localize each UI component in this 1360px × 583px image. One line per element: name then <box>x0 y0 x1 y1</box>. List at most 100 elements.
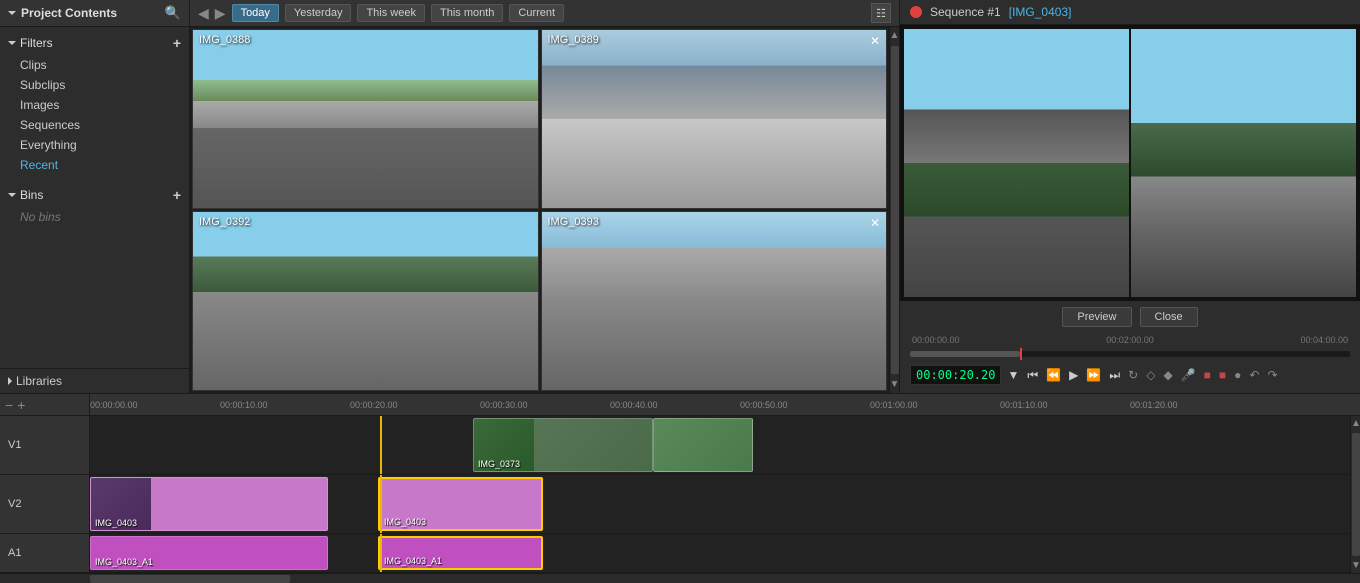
vscroll-up[interactable]: ▲ <box>1351 416 1360 431</box>
filter-item-everything[interactable]: Everything <box>0 135 189 155</box>
bins-section: Bins + No bins <box>0 179 189 231</box>
grid-view-button[interactable]: ☷ <box>871 3 891 23</box>
loop-icon[interactable]: ↻ <box>1126 367 1140 383</box>
media-item-0388-label: IMG_0388 <box>199 34 250 46</box>
nav-forward-arrow[interactable]: ▶ <box>215 5 226 22</box>
project-contents-title-group: Project Contents <box>8 6 117 20</box>
track-v1-label: V1 <box>0 416 90 474</box>
playhead-v2 <box>380 475 382 533</box>
timeline-panel: − + 00:00:00.00 00:00:10.00 00:00:20.00 … <box>0 393 1360 583</box>
preview-panel: Sequence #1 [IMG_0403] Preview Close 00:… <box>900 0 1360 393</box>
step-back-btn[interactable]: ⏪ <box>1044 367 1063 383</box>
ruler-50: 00:00:50.00 <box>740 400 870 410</box>
clip-v1-img0373[interactable]: IMG_0373 <box>473 418 653 472</box>
this-month-button[interactable]: This month <box>431 4 503 22</box>
zoom-in-icon[interactable]: + <box>17 397 25 413</box>
media-scrollbar[interactable]: ▲ ▼ <box>889 27 899 393</box>
play-btn[interactable]: ▶ <box>1067 367 1080 383</box>
media-item-0393-close[interactable]: ✕ <box>870 216 880 230</box>
clip-a1-label-2: IMG_0403_A1 <box>384 556 442 566</box>
preview-thumb-left[interactable] <box>904 29 1129 297</box>
dropdown-btn[interactable]: ▼ <box>1005 367 1021 383</box>
ruler-100: 00:01:00.00 <box>870 400 1000 410</box>
go-start-btn[interactable]: ⏮ <box>1025 367 1040 384</box>
timeline-horizontal-scrollbar[interactable] <box>0 573 1360 583</box>
clip-v2-img0403-1[interactable]: IMG_0403 <box>90 477 328 531</box>
filter-item-clips[interactable]: Clips <box>0 55 189 75</box>
scroll-down-arrow[interactable]: ▼ <box>890 376 899 393</box>
mark-in-icon[interactable]: ◇ <box>1144 367 1157 383</box>
mark-out-icon[interactable]: ◆ <box>1161 367 1174 383</box>
track-v2-content[interactable]: IMG_0403 IMG_0403 <box>90 475 1350 533</box>
clip-v2-label-1: IMG_0403 <box>95 518 137 528</box>
media-content-area: IMG_0388 IMG_0389 ✕ IMG_0392 IMG_0393 <box>190 27 899 393</box>
media-item-0389-label: IMG_0389 <box>548 34 599 46</box>
preview-thumb-right[interactable] <box>1131 29 1356 297</box>
bins-collapse-icon[interactable] <box>8 193 16 197</box>
track-a1-content[interactable]: IMG_0403_A1 IMG_0403_A1 <box>90 534 1350 572</box>
libraries-section[interactable]: Libraries <box>0 368 189 393</box>
filter-item-subclips[interactable]: Subclips <box>0 75 189 95</box>
media-item-0389-close[interactable]: ✕ <box>870 34 880 48</box>
undo-btn[interactable]: ↶ <box>1247 367 1261 383</box>
media-item-0388[interactable]: IMG_0388 <box>192 29 539 209</box>
yesterday-button[interactable]: Yesterday <box>285 4 352 22</box>
clip-a1-1[interactable]: IMG_0403_A1 <box>90 536 328 570</box>
filters-add-icon[interactable]: + <box>173 35 181 51</box>
vscroll-down[interactable]: ▼ <box>1351 558 1360 573</box>
filter-item-recent[interactable]: Recent <box>0 155 189 175</box>
preview-button[interactable]: Preview <box>1062 307 1131 327</box>
today-button[interactable]: Today <box>232 4 279 22</box>
clip-v2-label-2: IMG_0403 <box>384 517 426 527</box>
timeline-tracks: V1 IMG_0373 V2 <box>0 416 1350 573</box>
replace-icon[interactable]: ■ <box>1217 367 1228 383</box>
scroll-thumb[interactable] <box>891 46 899 374</box>
close-button[interactable]: Close <box>1140 307 1198 327</box>
filters-collapse-icon[interactable] <box>8 41 16 45</box>
search-icon[interactable]: 🔍 <box>165 5 181 21</box>
filter-item-images[interactable]: Images <box>0 95 189 115</box>
sequence-label: Sequence #1 <box>930 5 1001 19</box>
nav-back-arrow[interactable]: ◀ <box>198 5 209 22</box>
timeline-scrubber[interactable] <box>910 351 1350 357</box>
audio-icon[interactable]: 🎤 <box>1179 367 1198 383</box>
project-contents-collapse-icon[interactable] <box>8 11 16 15</box>
bins-add-icon[interactable]: + <box>173 187 181 203</box>
clip-v1-thumb2[interactable] <box>653 418 753 472</box>
playhead-indicator <box>1020 348 1022 360</box>
ruler-120: 00:01:20.00 <box>1130 400 1260 410</box>
filters-section: Filters + Clips Subclips Images Sequence… <box>0 27 189 179</box>
step-forward-btn[interactable]: ⏩ <box>1084 367 1103 383</box>
ruler-40: 00:00:40.00 <box>610 400 740 410</box>
ruler-30: 00:00:30.00 <box>480 400 610 410</box>
go-end-btn[interactable]: ⏭ <box>1107 367 1122 384</box>
scroll-up-arrow[interactable]: ▲ <box>890 27 899 44</box>
timecode-display[interactable]: 00:00:20.20 <box>910 365 1001 385</box>
cut-icon[interactable]: ■ <box>1202 367 1213 383</box>
ruler-10: 00:00:10.00 <box>220 400 350 410</box>
recording-indicator <box>910 6 922 18</box>
hscroll-thumb[interactable] <box>90 575 290 583</box>
clip-a1-2[interactable]: IMG_0403_A1 <box>378 536 543 570</box>
redo-btn[interactable]: ↷ <box>1265 367 1279 383</box>
media-item-0393[interactable]: IMG_0393 ✕ <box>541 211 888 391</box>
ruler-controls: − + <box>0 394 90 415</box>
timeline-progress <box>910 351 1020 357</box>
current-button[interactable]: Current <box>509 4 564 22</box>
timecode-mid: 00:02:00.00 <box>1106 335 1154 345</box>
preview-header: Sequence #1 [IMG_0403] <box>900 0 1360 25</box>
playhead <box>380 416 382 474</box>
record-btn[interactable]: ● <box>1232 367 1243 383</box>
media-item-0389[interactable]: IMG_0389 ✕ <box>541 29 888 209</box>
zoom-out-icon[interactable]: − <box>5 397 13 413</box>
vscroll-thumb[interactable] <box>1352 433 1360 556</box>
track-v1-content[interactable]: IMG_0373 <box>90 416 1350 474</box>
bins-label: Bins <box>20 188 43 202</box>
media-browser-panel: ◀ ▶ Today Yesterday This week This month… <box>190 0 900 393</box>
clip-v2-img0403-2[interactable]: IMG_0403 <box>378 477 543 531</box>
filter-item-sequences[interactable]: Sequences <box>0 115 189 135</box>
media-item-0392[interactable]: IMG_0392 <box>192 211 539 391</box>
project-contents-title: Project Contents <box>21 6 117 20</box>
timeline-vertical-scrollbar[interactable]: ▲ ▼ <box>1350 416 1360 573</box>
this-week-button[interactable]: This week <box>357 4 425 22</box>
